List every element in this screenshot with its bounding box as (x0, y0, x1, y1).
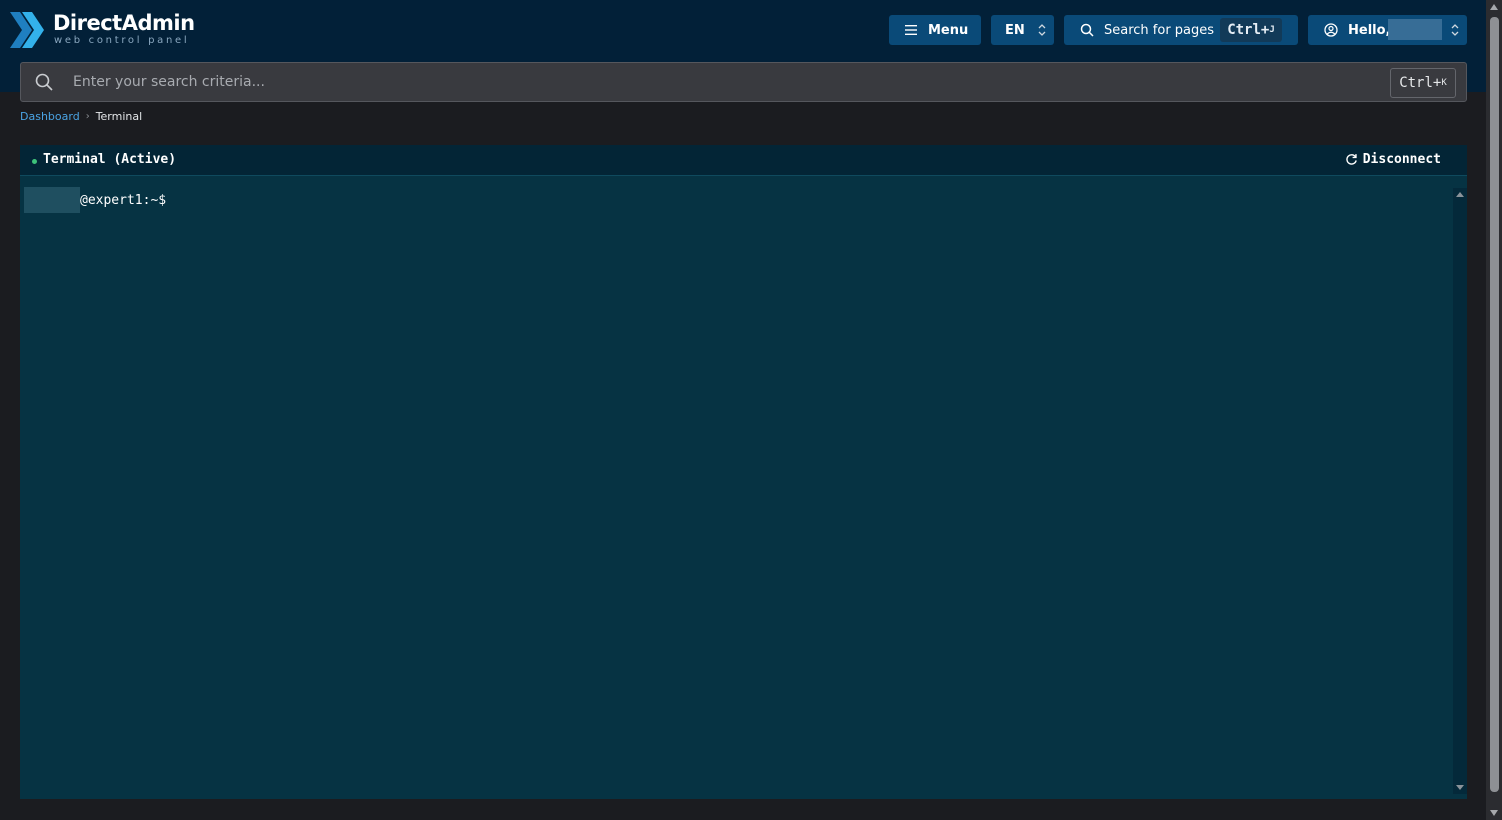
search-pages-label: Search for pages (1104, 22, 1215, 38)
search-icon (1080, 23, 1094, 37)
breadcrumb-dashboard-link[interactable]: Dashboard (20, 110, 80, 123)
scrollbar-thumb[interactable] (1490, 17, 1499, 792)
page-scrollbar[interactable] (1486, 0, 1502, 820)
menu-label: Menu (928, 22, 969, 38)
global-search-bar[interactable]: Ctrl+K (20, 62, 1467, 102)
user-menu-button[interactable]: Hello, (1308, 15, 1467, 45)
status-dot-icon (32, 159, 37, 164)
language-select[interactable]: EN (991, 15, 1054, 45)
search-icon (35, 73, 53, 91)
terminal-scrollbar[interactable] (1453, 188, 1467, 794)
menu-button[interactable]: Menu (889, 15, 981, 45)
search-pages-shortcut: Ctrl+ J (1220, 18, 1282, 42)
logo[interactable]: DirectAdmin web control panel (10, 10, 195, 50)
username-redacted (24, 187, 80, 213)
terminal-title: Terminal (Active) (43, 152, 177, 167)
brand-tagline: web control panel (54, 35, 190, 46)
chevron-right-icon: › (85, 111, 90, 122)
hamburger-icon (905, 25, 917, 35)
search-shortcut: Ctrl+ K (1390, 68, 1456, 98)
breadcrumb-current: Terminal (95, 110, 143, 123)
prompt-host: @expert1:~$ (80, 192, 167, 208)
updown-caret-icon (1451, 24, 1459, 36)
search-input[interactable] (71, 69, 1371, 95)
terminal-prompt: @expert1:~$ (24, 187, 166, 213)
terminal-screen[interactable]: @expert1:~$ (20, 176, 1467, 799)
scroll-down-arrow-icon[interactable] (1490, 810, 1498, 816)
updown-caret-icon (1038, 24, 1046, 36)
user-greeting: Hello, (1348, 22, 1391, 38)
breadcrumb: Dashboard › Terminal (20, 110, 142, 123)
scroll-down-arrow-icon[interactable] (1456, 785, 1464, 790)
user-circle-icon (1324, 23, 1338, 37)
search-pages-button[interactable]: Search for pages Ctrl+ J (1064, 15, 1298, 45)
brand-name: DirectAdmin (53, 11, 195, 35)
language-value: EN (1005, 22, 1025, 38)
username-redacted (1388, 19, 1442, 40)
scroll-up-arrow-icon[interactable] (1490, 4, 1498, 10)
disconnect-label: Disconnect (1362, 152, 1441, 167)
disconnect-button[interactable]: Disconnect (1345, 152, 1441, 167)
logo-chevron-icon (10, 12, 44, 48)
refresh-icon (1346, 154, 1357, 165)
scroll-up-arrow-icon[interactable] (1456, 192, 1464, 197)
terminal-header: Terminal (Active) Disconnect (20, 145, 1467, 176)
